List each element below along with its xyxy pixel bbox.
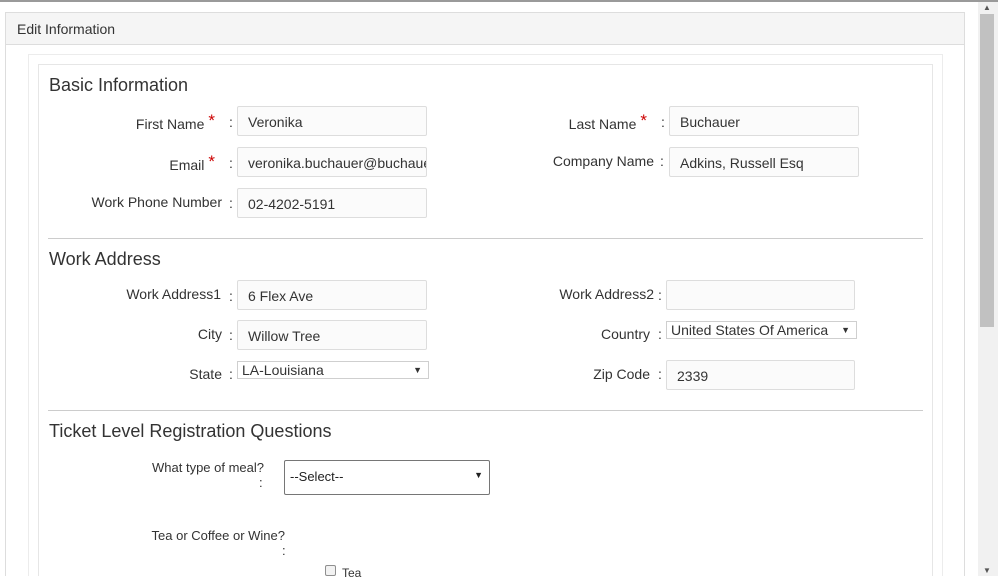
- tea-checkbox[interactable]: [325, 565, 336, 576]
- meal-select-value: --Select--: [290, 469, 344, 484]
- work-address1-input[interactable]: 6 Flex Ave: [237, 280, 427, 310]
- state-select[interactable]: LA-Louisiana ▼: [237, 361, 429, 379]
- country-select-value: United States Of America: [671, 322, 829, 338]
- required-asterisk: *: [208, 152, 215, 171]
- city-label: City: [197, 326, 222, 342]
- state-label: State: [189, 366, 222, 382]
- scroll-down-icon[interactable]: ▼: [983, 566, 991, 575]
- colon: :: [658, 326, 662, 342]
- colon: :: [229, 195, 233, 211]
- colon: :: [229, 155, 233, 171]
- first-name-input[interactable]: Veronika: [237, 106, 427, 136]
- meal-select[interactable]: --Select-- ▼: [284, 460, 490, 495]
- company-name-label: Company Name: [552, 153, 654, 169]
- first-name-label: First Name *: [135, 111, 215, 132]
- caret-down-icon: ▼: [474, 470, 483, 480]
- city-input[interactable]: Willow Tree: [237, 320, 427, 350]
- colon: :: [661, 114, 665, 130]
- colon: :: [658, 287, 662, 303]
- scrollbar-thumb[interactable]: [980, 14, 994, 327]
- colon: :: [229, 327, 233, 343]
- zip-code-label: Zip Code: [593, 366, 650, 382]
- last-name-label: Last Name *: [568, 111, 647, 132]
- section-divider: [48, 238, 923, 239]
- window-top-border: [0, 0, 998, 2]
- colon: :: [660, 153, 664, 169]
- colon: :: [282, 543, 286, 558]
- work-address1-label: Work Address1: [126, 286, 221, 302]
- company-name-input[interactable]: Adkins, Russell Esq: [669, 147, 859, 177]
- email-input[interactable]: veronika.buchauer@buchauer.com: [237, 147, 427, 177]
- work-address2-label: Work Address2: [559, 286, 654, 302]
- section-title-basic-information: Basic Information: [49, 75, 189, 95]
- last-name-input[interactable]: Buchauer: [669, 106, 859, 136]
- drink-question-label: Tea or Coffee or Wine?: [151, 528, 285, 543]
- work-address2-input[interactable]: [666, 280, 855, 310]
- country-label: Country: [600, 326, 650, 342]
- colon: :: [658, 366, 662, 382]
- panel-title: Edit Information: [17, 21, 116, 37]
- scroll-up-icon[interactable]: ▲: [983, 3, 991, 12]
- colon: :: [259, 475, 263, 490]
- section-title-work-address: Work Address: [49, 249, 161, 269]
- section-title-registration-questions: Ticket Level Registration Questions: [49, 421, 332, 441]
- form-card: [38, 64, 933, 576]
- colon: :: [229, 114, 233, 130]
- panel-header: Edit Information: [5, 12, 965, 45]
- tea-option-label: Tea: [342, 566, 362, 580]
- email-label: Email *: [169, 152, 215, 173]
- section-divider: [48, 410, 923, 411]
- required-asterisk: *: [208, 111, 215, 130]
- country-select[interactable]: United States Of America ▼: [666, 321, 857, 339]
- work-phone-input[interactable]: 02-4202-5191: [237, 188, 427, 218]
- colon: :: [229, 366, 233, 382]
- required-asterisk: *: [640, 111, 647, 130]
- zip-code-input[interactable]: 2339: [666, 360, 855, 390]
- caret-down-icon: ▼: [413, 365, 422, 375]
- meal-question-label: What type of meal?: [152, 460, 264, 475]
- colon: :: [229, 288, 233, 304]
- work-phone-label: Work Phone Number: [91, 194, 222, 210]
- caret-down-icon: ▼: [841, 325, 850, 335]
- state-select-value: LA-Louisiana: [242, 362, 324, 378]
